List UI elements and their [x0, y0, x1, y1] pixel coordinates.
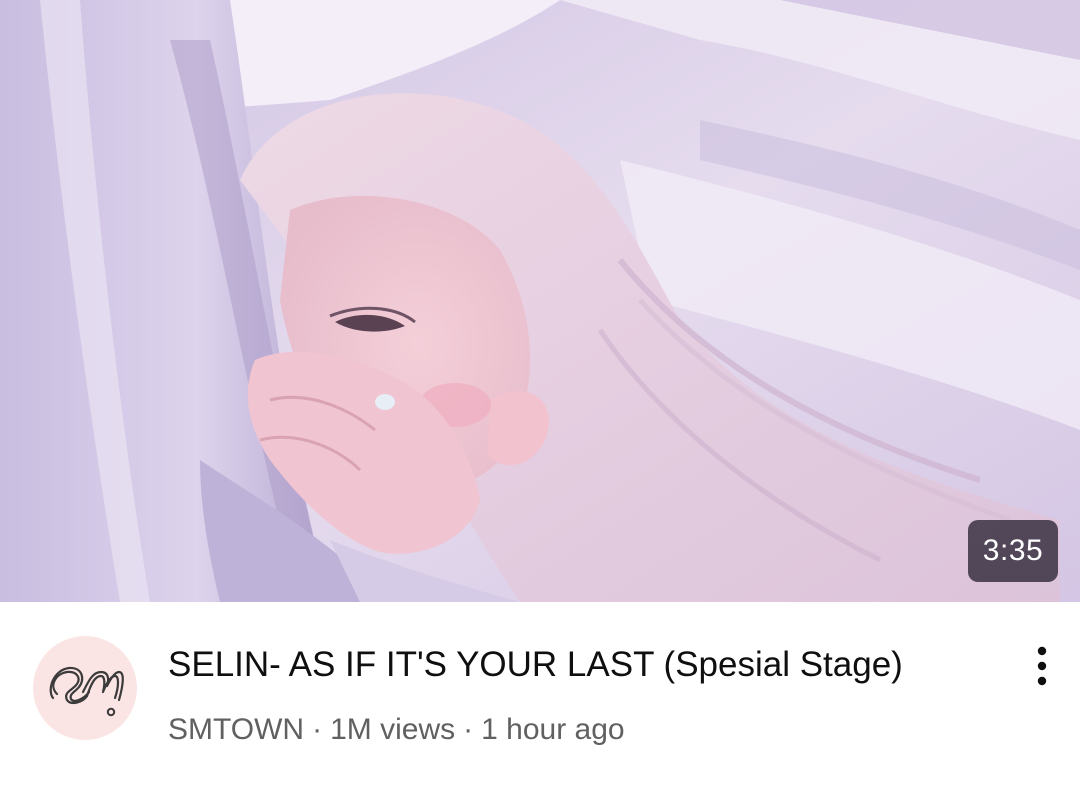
separator: · [463, 713, 474, 746]
video-subline: SMTOWN · 1M views · 1 hour ago [168, 710, 625, 750]
duration-badge: 3:35 [968, 520, 1058, 582]
video-thumbnail[interactable]: 3:35 [0, 0, 1080, 602]
more-vert-icon [1037, 646, 1047, 686]
published-time: 1 hour ago [481, 713, 625, 746]
video-card[interactable]: 3:35 SELIN- AS IF IT'S YOUR LAST (Spesia… [0, 0, 1080, 802]
channel-name[interactable]: SMTOWN [168, 713, 304, 746]
video-meta: SELIN- AS IF IT'S YOUR LAST (Spesial Sta… [0, 602, 1080, 802]
more-options-button[interactable] [1020, 642, 1064, 694]
channel-avatar[interactable] [33, 636, 137, 740]
view-count: 1M views [330, 713, 456, 746]
thumbnail-image [0, 0, 1080, 602]
video-title[interactable]: SELIN- AS IF IT'S YOUR LAST (Spesial Sta… [168, 642, 988, 688]
sm-logo-icon [49, 666, 124, 717]
separator: · [312, 713, 323, 746]
